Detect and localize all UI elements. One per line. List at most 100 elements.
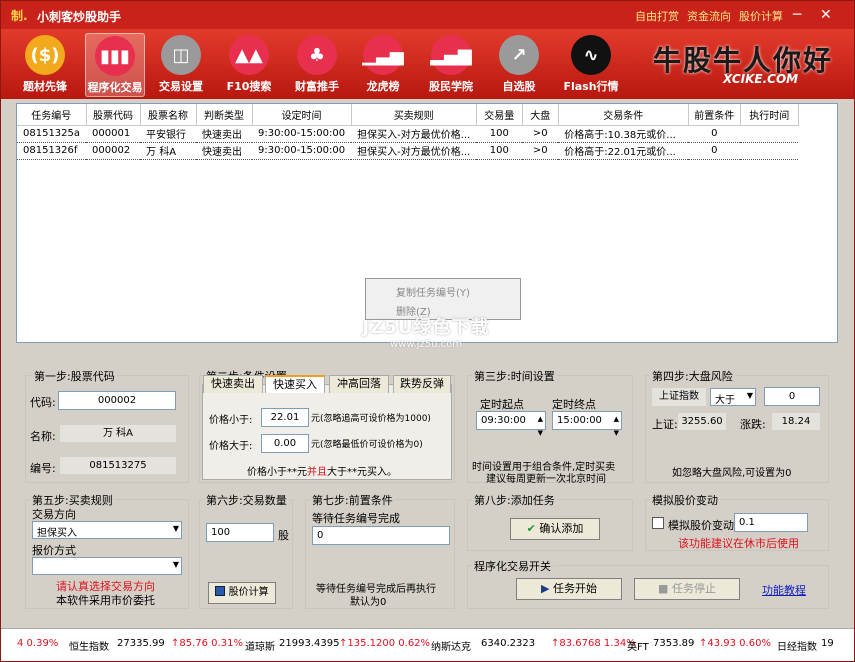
column-header[interactable]: 任务编号 [17,104,87,126]
toolbar-item-1[interactable]: ▮▮▮ 程序化交易 [85,33,145,97]
confirm-add-button[interactable]: ✔ 确认添加 [510,518,600,540]
quantity-unit: 股 [278,529,289,542]
tab-quick-buy[interactable]: 快速买入 [265,375,325,393]
table-cell: 0 [688,141,741,160]
step4-group: 第四步:大盘风险 上证指数 大于 ▼ 0 上证: 3255.60 涨跌: 18.2… [645,368,829,483]
task-stop-button[interactable]: ■ 任务停止 [634,578,740,600]
price-gt-label: 价格大于: [209,441,253,452]
risk-value-input[interactable]: 0 [764,387,820,406]
task-grid[interactable]: 任务编号 股票代码 股票名称 判断类型 设定时间 买卖规则 交易量 大盘 交易条件 前置条件 执行时… [16,103,838,343]
risk-note: 如忽略大盘风险,可设置为0 [672,468,792,479]
toolbar-item-6[interactable]: ▂▄▆ 股民学院 [421,33,481,97]
column-header[interactable]: 大盘 [522,104,559,126]
price-gt-input[interactable]: 0.00 [261,434,309,453]
close-button[interactable]: ✕ [820,7,832,23]
ticker-item: ↑83.6768 1.34% [551,638,636,649]
copy-task-id-menu-item[interactable]: 复制任务编号(Y) [396,284,470,299]
toolbar-label-3: F10搜索 [226,80,272,93]
menu-price-calc[interactable]: 股价计算 [739,8,783,24]
step6-title: 第六步:交易数量 [204,492,289,508]
app-title: 小刺客炒股助手 [37,10,122,24]
menu-fund-flow[interactable]: 资金流向 [687,8,731,24]
column-header[interactable]: 前置条件 [688,104,741,126]
condition-hint: 价格小于**元并且大于**元买入。 [247,467,397,478]
quantity-input[interactable]: 100 [206,523,274,542]
menu-tip[interactable]: 自由打赏 [635,8,679,24]
simulate-value-input[interactable]: 0.1 [734,513,808,532]
toolbar-icon-6: ▂▄▆ [430,35,472,75]
code-input[interactable]: 000002 [58,391,176,410]
column-header[interactable]: 买卖规则 [351,104,477,126]
sh-price-label: 上证: [652,418,678,431]
pre-condition-note-2: 默认为0 [350,597,387,608]
table-cell: 100 [489,128,509,139]
table-cell: 9:30:00-15:00:00 [252,141,352,160]
id-value: 081513275 [60,457,176,474]
column-header[interactable]: 交易条件 [558,104,689,126]
quote-select[interactable]: ▼ [32,557,182,575]
ticker-item: 恒生指数 [69,642,109,653]
toolbar-label-8: Flash行情 [563,80,619,93]
toolbar-item-5[interactable]: ▁▃▅ 龙虎榜 [353,33,413,97]
column-header[interactable]: 股票名称 [140,104,197,126]
direction-select[interactable]: 担保买入 ▼ [32,521,182,539]
toolbar-item-3[interactable]: ▲▲ F10搜索 [219,33,279,97]
pre-condition-label: 等待任务编号完成 [312,512,400,525]
toolbar-item-0[interactable]: ($) 题材先锋 [15,33,75,97]
index-ticker: 4 0.39% 恒生指数 27335.99 ↑85.76 0.31% 道琼斯 21993.… [1,628,854,661]
table-cell: 0 [711,128,718,139]
watermark-title: JZ5U绿色下载 [362,317,490,338]
step3-group: 第三步:时间设置 定时起点 定时终点 09:30:00 ▲ ▼ 15:00:00 ▲ ▼… [467,368,633,485]
pre-condition-input[interactable]: 0 [312,526,450,545]
simulate-check-label: 模拟股价变动 [668,519,734,532]
table-cell: 08151325a [23,128,81,139]
table-cell: 万 科A [140,141,197,160]
start-time-input[interactable]: 09:30:00 ▲ ▼ [476,411,546,437]
step8-title: 第八步:添加任务 [472,492,557,508]
tab-surge-fall[interactable]: 冲高回落 [329,375,389,393]
step8-group: 第八步:添加任务 ✔ 确认添加 [467,492,633,551]
ticker-item: 6340.2323 [481,638,536,649]
simulate-group: 模拟股价变动 模拟股价变动 0.1 该功能建议在休市后使用 [645,492,829,551]
table-row[interactable]: 08151325a 000001 平安银行 快速卖出 9:30:00-15:00:00 担… [17,125,798,142]
table-cell: >0 [532,128,548,139]
tutorial-link[interactable]: 功能教程 [762,582,806,598]
toolbar-item-7[interactable]: ↗ 自选股 [489,33,549,97]
table-cell: 平安银行 [146,130,187,141]
main-window: 制. 小刺客炒股助手 自由打赏 资金流向 股价计算 ─ ✕ ($) 题材先锋 ▮▮▮… [0,0,855,662]
price-calc-button[interactable]: 股价计算 [208,582,276,604]
column-header[interactable]: 股票代码 [86,104,141,126]
stop-icon: ■ [658,582,669,595]
column-header[interactable]: 执行时间 [740,104,799,126]
toolbar-item-2[interactable]: ◫ 交易设置 [151,33,211,97]
minimize-button[interactable]: ─ [793,7,801,23]
task-start-button[interactable]: ▶ 任务开始 [516,578,622,600]
name-label: 名称: [30,430,56,443]
toolbar: ($) 题材先锋 ▮▮▮ 程序化交易 ◫ 交易设置 ▲▲ F10搜索 ♣ 财富推手 ▁▃▅ 龙虎榜 ▂▄… [1,29,854,99]
name-value: 万 科A [60,425,176,442]
calculator-icon [215,586,226,596]
column-header[interactable]: 交易量 [476,104,523,126]
direction-label: 交易方向 [32,508,76,521]
watermark-url: www.jz5u.com [389,339,463,350]
column-header[interactable]: 判断类型 [196,104,253,126]
toolbar-item-4[interactable]: ♣ 财富推手 [287,33,347,97]
tab-quick-sell[interactable]: 快速卖出 [203,375,263,393]
ticker-item: 日经指数 [777,642,817,653]
ticker-item: ↑135.1200 0.62% [339,638,431,649]
ticker-item: 4 0.39% [17,638,59,649]
risk-operator-select[interactable]: 大于 ▼ [710,388,756,406]
table-row[interactable]: 08151326f 000002 万 科A 快速卖出 9:30:00-15:00:00 担… [17,141,799,160]
step6-group: 第六步:交易数量 100 股 股价计算 [199,492,293,609]
end-time-input[interactable]: 15:00:00 ▲ ▼ [552,411,622,437]
tab-dip-rebound[interactable]: 跌势反弹 [393,375,451,393]
toolbar-item-8[interactable]: ∿ Flash行情 [561,33,621,97]
toolbar-label-2: 交易设置 [159,80,203,93]
price-gt-note: 元(忽略最低价可设价格为0) [311,440,423,450]
price-lt-input[interactable]: 22.01 [261,408,309,427]
step1-title: 第一步:股票代码 [32,368,117,384]
column-header[interactable]: 设定时间 [252,104,352,126]
simulate-checkbox[interactable] [652,517,664,529]
index-name: 上证指数 [652,388,706,406]
toolbar-label-1: 程序化交易 [87,81,143,94]
